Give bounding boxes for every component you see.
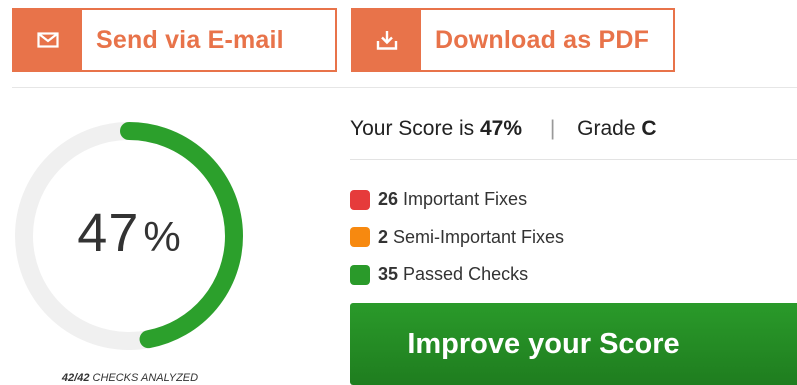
checks-analyzed-label: CHECKS ANALYZED [92,372,199,384]
legend-count: 26 [378,189,399,210]
legend-swatch [350,264,370,285]
header-divider [12,87,797,88]
legend-count: 2 [378,226,389,247]
download-pdf-label: Download as PDF [435,25,650,54]
score-divider [350,159,797,160]
legend-swatch [350,227,370,248]
checks-legend: 26 Important Fixes 2 Semi-Important Fixe… [350,181,564,294]
send-email-button[interactable]: Send via E-mail [12,8,337,72]
gauge-value: 47% [10,203,248,267]
checks-analyzed: 42/42 CHECKS ANALYZED [20,372,240,384]
legend-item-semi-important: 2 Semi-Important Fixes [350,219,564,257]
score-value: 47% [479,117,522,140]
download-pdf-button[interactable]: Download as PDF [351,8,675,72]
download-icon [353,10,421,70]
checks-analyzed-count: 42/42 [61,372,90,384]
legend-label: Important Fixes [403,189,528,210]
send-email-label: Send via E-mail [96,25,284,54]
gauge-number: 47 [77,203,140,263]
improve-score-button[interactable]: Improve your Score [350,303,797,385]
legend-swatch [350,189,370,210]
grade-value: C [641,117,657,140]
score-separator: | [549,117,556,140]
legend-item-passed: 35 Passed Checks [350,256,564,294]
score-prefix: Your Score is [350,117,475,140]
legend-item-important: 26 Important Fixes [350,181,564,219]
score-summary: Your Score is 47% | Grade C [350,117,657,141]
legend-label: Semi-Important Fixes [393,226,565,247]
legend-label: Passed Checks [403,264,529,285]
gauge-percent-sign: % [143,213,181,260]
grade-label: Grade [577,117,636,140]
envelope-icon [14,10,82,70]
legend-count: 35 [378,264,399,285]
score-gauge: 47% [10,110,248,368]
